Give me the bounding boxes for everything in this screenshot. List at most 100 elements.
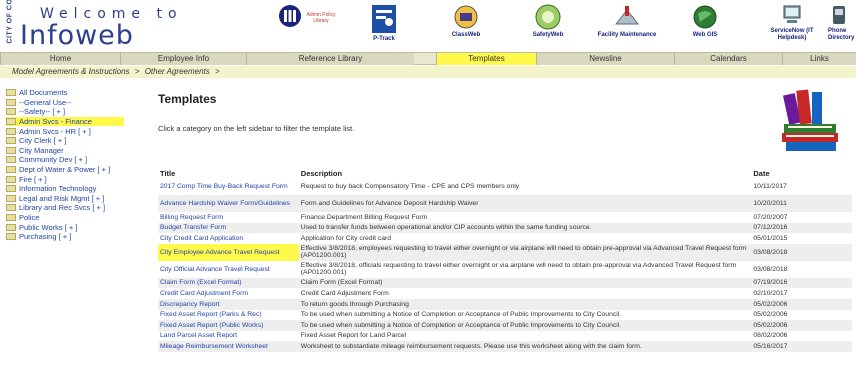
sidebar-item-admin-svcs-hr[interactable]: Admin Svcs - HR [ + ] (6, 126, 124, 136)
template-link[interactable]: Credit Card Adjustment Form (158, 288, 299, 299)
intro-text: Click a category on the left sidebar to … (158, 124, 355, 133)
sidebar-item-purchasing[interactable]: Purchasing [ + ] (6, 232, 124, 242)
table-row: Credit Card Adjustment Form Credit Card A… (158, 288, 852, 299)
template-date: 03/08/2018 (753, 265, 788, 273)
template-link[interactable]: 2017 Comp Time Buy-Back Request Form (158, 178, 299, 195)
folder-icon (6, 127, 16, 135)
sidebar-item-legal-risk[interactable]: Legal and Risk Mgmt [ + ] (6, 194, 124, 204)
table-row: Fixed Asset Report (Parks & Rec) To be us… (158, 310, 852, 321)
template-date: 07/20/2007 (753, 213, 788, 221)
template-date: 05/02/2006 (751, 320, 852, 331)
folder-icon (6, 204, 16, 212)
template-description: To be used when submitting a Notice of C… (298, 320, 752, 331)
phone-directory-link[interactable]: Phone Directory (828, 4, 856, 42)
template-link[interactable]: Claim Form (Excel Format) (158, 277, 299, 289)
tab-reference-library[interactable]: Reference Library (246, 53, 414, 65)
template-date: 10/11/2017 (753, 182, 787, 190)
template-link[interactable]: Fixed Asset Report (Public Works) (158, 320, 299, 331)
template-link[interactable]: Budget Transfer Form (158, 222, 299, 234)
folder-icon (6, 137, 16, 145)
breadcrumb-other-agreements[interactable]: Other Agreements (145, 67, 210, 76)
sidebar-item-information-technology[interactable]: Information Technology (6, 184, 124, 194)
admin-policy-library-link[interactable] (278, 4, 306, 30)
sidebar-item-public-works[interactable]: Public Works [ + ] (6, 222, 124, 232)
templates-table: Title Description Date 2017 Comp Time Bu… (158, 168, 852, 352)
template-description: Fixed Asset Report for Land Parcel (300, 332, 407, 340)
folder-icon (6, 98, 16, 106)
brand-logo[interactable]: Infoweb (20, 22, 134, 49)
folder-icon (6, 214, 16, 222)
ptrack-link[interactable]: P-Track (366, 4, 402, 42)
folder-icon (6, 89, 16, 97)
table-row: Billing Request Form Finance Department B… (158, 212, 852, 223)
tab-links[interactable]: Links (782, 53, 856, 65)
template-date: 02/10/2017 (753, 289, 788, 297)
template-description: Finance Department Billing Request Form (300, 213, 428, 221)
template-link[interactable]: Advance Hardship Waiver Form/Guidelines (158, 195, 299, 212)
sidebar-item-all-documents[interactable]: All Documents (6, 88, 124, 98)
sidebar-item-admin-svcs-finance[interactable]: Admin Svcs - Finance (6, 116, 124, 127)
sidebar-item-library-rec[interactable]: Library and Rec Svcs [ + ] (6, 203, 124, 213)
template-description: Effective 3/8/2018, officials requesting… (300, 261, 737, 277)
tab-employee-info[interactable]: Employee Info (120, 53, 246, 65)
template-description: Application for City credit card (300, 234, 392, 242)
table-row: City Employee Advance Travel Request Effe… (158, 243, 852, 261)
template-link[interactable]: City Official Advance Travel Request (158, 261, 299, 278)
folder-icon (6, 146, 16, 154)
sidebar-item-general-use[interactable]: --General Use-- (6, 98, 124, 108)
column-header-date[interactable]: Date (751, 168, 852, 178)
template-link[interactable]: Mileage Reimbursement Worksheet (158, 341, 299, 352)
table-row: Claim Form (Excel Format) Claim Form (Exc… (158, 277, 852, 289)
sidebar-item-safety[interactable]: --Safety-- [ + ] (6, 107, 124, 117)
header: CITY OF CORONA Welcome to Infoweb Admin … (0, 0, 856, 52)
template-link[interactable]: Fixed Asset Report (Parks & Rec) (158, 310, 299, 321)
tab-newsline[interactable]: Newsline (536, 53, 674, 65)
main-nav: Home Employee Info Reference Library Tem… (0, 52, 856, 65)
template-description: Claim Form (Excel Format) (298, 277, 752, 289)
safetyweb-icon (535, 4, 561, 30)
table-row: City Credit Card Application Application … (158, 233, 852, 244)
sidebar-item-water-power[interactable]: Dept of Water & Power [ + ] (6, 165, 124, 175)
template-link[interactable]: City Employee Advance Travel Request (158, 243, 299, 261)
library-icon (279, 5, 301, 27)
template-link[interactable]: City Credit Card Application (158, 233, 299, 244)
folder-icon (6, 223, 16, 231)
sidebar-item-police[interactable]: Police (6, 213, 124, 223)
column-header-title[interactable]: Title (158, 168, 299, 178)
web-gis-link[interactable]: Web GIS (690, 4, 720, 38)
folder-icon (6, 175, 16, 183)
template-link[interactable]: Land Parcel Asset Report (158, 331, 299, 342)
tab-templates[interactable]: Templates (436, 53, 536, 65)
template-date: 10/20/2011 (751, 195, 852, 212)
facility-icon (614, 6, 640, 25)
template-description: Form and Guidelines for Advance Deposit … (298, 195, 752, 212)
table-row: 2017 Comp Time Buy-Back Request Form Requ… (158, 178, 852, 195)
column-header-description[interactable]: Description (299, 168, 752, 178)
sidebar-item-fire[interactable]: Fire [ + ] (6, 174, 124, 184)
breadcrumb-model-agreements[interactable]: Model Agreements & Instructions (12, 67, 130, 76)
classweb-link[interactable]: ClassWeb (448, 4, 484, 38)
table-header-row: Title Description Date (158, 168, 852, 178)
sidebar-item-city-clerk[interactable]: City Clerk [ + ] (6, 136, 124, 146)
ptrack-icon (372, 5, 396, 33)
tab-calendars[interactable]: Calendars (674, 53, 782, 65)
template-date: 07/12/2016 (751, 222, 852, 234)
folder-icon (6, 118, 16, 126)
template-description: Request to buy back Compensatory Time - … (300, 182, 520, 190)
sidebar-item-city-manager[interactable]: City Manager (6, 146, 124, 156)
sidebar-item-community-dev[interactable]: Community Dev [ + ] (6, 155, 124, 165)
safetyweb-link[interactable]: SafetyWeb (528, 4, 568, 38)
template-date: 05/01/2015 (753, 234, 788, 242)
folder-icon (6, 108, 16, 116)
template-link[interactable]: Discrepancy Report (158, 298, 299, 310)
table-row: Land Parcel Asset Report Fixed Asset Repo… (158, 331, 852, 342)
template-link[interactable]: Billing Request Form (158, 212, 299, 223)
facility-maintenance-link[interactable]: Facility Maintenance (594, 4, 660, 38)
breadcrumb-separator: > (134, 67, 140, 76)
template-date: 05/02/2006 (751, 298, 852, 310)
tab-home[interactable]: Home (0, 53, 120, 65)
city-logo: CITY OF CORONA (6, 0, 14, 44)
category-sidebar: All Documents --General Use-- --Safety--… (6, 88, 124, 242)
servicenow-link[interactable]: ServiceNow (IT Helpdesk) (762, 4, 822, 42)
template-description: Effective 3/8/2018, employees requesting… (298, 243, 752, 261)
